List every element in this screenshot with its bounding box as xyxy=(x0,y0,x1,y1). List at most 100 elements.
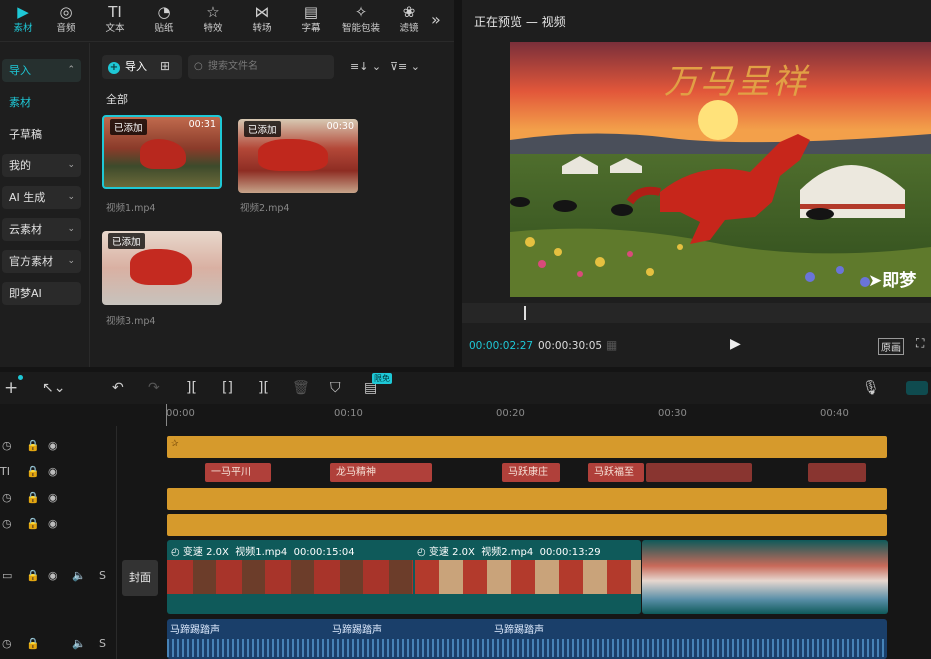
visibility-icon[interactable]: ◉ xyxy=(48,491,58,504)
audio-clip-label[interactable]: 马蹄踢踏声 xyxy=(332,621,382,636)
undo-icon[interactable]: ↶ xyxy=(112,380,124,396)
resolution-button[interactable]: 原画 xyxy=(878,338,904,355)
tab-subtitle[interactable]: ▤ 字幕 xyxy=(288,2,334,40)
sidebar-item-subdraft[interactable]: 子草稿 xyxy=(2,123,81,146)
lock-icon[interactable]: 🔒 xyxy=(26,517,40,530)
sidebar-item-jimeng[interactable]: 即梦AI xyxy=(2,282,81,305)
mute-icon[interactable]: 🔈 xyxy=(72,569,86,582)
mute-icon[interactable]: 🔈 xyxy=(72,637,86,650)
redo-icon[interactable]: ↷ xyxy=(148,380,160,396)
tab-audio[interactable]: ◎ 音频 xyxy=(43,2,89,40)
subtitle-icon: ▤ xyxy=(303,3,319,21)
text-track-icon: TI xyxy=(0,465,10,478)
lock-icon[interactable]: 🔒 xyxy=(26,491,40,504)
timecode-grid-icon[interactable]: ▦ xyxy=(606,338,617,352)
sidebar-item-cloud[interactable]: 云素材 ⌄ xyxy=(2,218,81,241)
play-button[interactable]: ▶ xyxy=(730,336,741,352)
lock-icon[interactable]: 🔒 xyxy=(26,439,40,452)
speed-icon: ◴ xyxy=(417,547,426,558)
visibility-icon[interactable]: ◉ xyxy=(48,517,58,530)
lock-icon[interactable]: 🔒 xyxy=(26,569,40,582)
horse-shape xyxy=(130,249,192,285)
split-right-icon[interactable]: ][ xyxy=(258,380,269,396)
filter-icon: ❀ xyxy=(402,3,416,21)
track-header-effect-2: ◷ 🔒 ◉ xyxy=(0,488,116,510)
effect-track-icon: ◷ xyxy=(2,517,12,530)
transition-icon: ⋈ xyxy=(254,3,270,21)
filter-button[interactable]: ⊽≡ ⌄ xyxy=(390,60,420,73)
media-name: 视频3.mp4 xyxy=(106,316,156,327)
current-time: 00:00:02:27 xyxy=(469,340,534,352)
sidebar-item-official[interactable]: 官方素材 ⌄ xyxy=(2,250,81,273)
text-clip[interactable]: 龙马精神 xyxy=(330,463,432,482)
sidebar: 导入 ⌃ 素材 子草稿 我的 ⌄ AI 生成 ⌄ 云素材 ⌄ 官方素材 ⌄ 即梦AI xyxy=(0,43,90,367)
lock-icon[interactable]: 🔒 xyxy=(26,465,40,478)
tab-transition[interactable]: ⋈ 转场 xyxy=(239,2,285,40)
mark-icon[interactable]: ⛉ xyxy=(330,380,341,396)
link-toggle[interactable] xyxy=(906,381,928,395)
video-clip-1[interactable]: ◴ 变速 2.0X 视频1.mp4 00:00:15:04 ◴ 变速 2.0X … xyxy=(167,540,641,614)
track-header-audio: ◷ 🔒 🔈 S xyxy=(0,634,116,656)
cover-button[interactable]: 封面 xyxy=(122,560,158,596)
search-input[interactable]: ○ 搜索文件名 xyxy=(188,55,334,79)
video-clip-label: ◴ 变速 2.0X 视频2.mp4 00:00:13:29 xyxy=(417,547,601,558)
delete-icon[interactable]: 🗑 xyxy=(292,380,310,396)
split-left-icon[interactable]: [] xyxy=(222,380,233,396)
horse-shape xyxy=(140,139,186,169)
preview-title: 正在预览 — 视频 xyxy=(474,15,566,29)
microphone-icon[interactable]: 🎙 xyxy=(862,380,880,396)
text-clip-blurred[interactable] xyxy=(646,463,752,482)
split-icon[interactable]: ][ xyxy=(186,380,197,396)
media-thumb-3[interactable]: 已添加 xyxy=(102,231,222,305)
lock-icon[interactable]: 🔒 xyxy=(26,637,40,650)
text-clip[interactable]: 一马平川 xyxy=(205,463,271,482)
track-header-video: ▭ 🔒 ◉ 🔈 S xyxy=(0,566,116,588)
sidebar-item-import[interactable]: 导入 ⌃ xyxy=(2,59,81,82)
video-clip-3-blurred[interactable] xyxy=(642,540,888,614)
effect-clip[interactable] xyxy=(167,488,887,510)
top-toolbar: ▶ 素材 ◎ 音频 TI 文本 ◔ 贴纸 ☆ 特效 ⋈ 转场 ▤ 字幕 ✧ 智能… xyxy=(0,0,454,42)
add-track-icon[interactable]: + xyxy=(4,380,18,397)
chevron-down-icon: ⌄ xyxy=(67,192,75,202)
chevron-down-icon: ⌄ xyxy=(67,160,75,170)
effects-icon: ☆ xyxy=(206,3,220,21)
sidebar-item-material[interactable]: 素材 xyxy=(2,91,81,114)
select-tool-icon[interactable]: ↖⌄ xyxy=(42,380,65,396)
text-clip-blurred[interactable] xyxy=(808,463,866,482)
tab-text[interactable]: TI 文本 xyxy=(92,2,138,40)
video-clip-label: ◴ 变速 2.0X 视频1.mp4 00:00:15:04 xyxy=(171,547,355,558)
sidebar-item-ai-gen[interactable]: AI 生成 ⌄ xyxy=(2,186,81,209)
tab-sticker[interactable]: ◔ 贴纸 xyxy=(141,2,187,40)
preview-scrubber[interactable] xyxy=(462,303,931,323)
sort-button[interactable]: ≡↓ ⌄ xyxy=(350,60,381,73)
timeline-tracks: ◷ 🔒 ◉ TI 🔒 ◉ ◷ 🔒 ◉ ◷ 🔒 ◉ ▭ 🔒 ◉ 🔈 S ◷ 🔒 🔈… xyxy=(0,426,931,659)
tab-media[interactable]: ▶ 素材 xyxy=(0,2,46,40)
effect-clip[interactable] xyxy=(167,514,887,536)
sidebar-item-mine[interactable]: 我的 ⌄ xyxy=(2,154,81,177)
timeline-ruler[interactable]: 00:00 00:10 00:20 00:30 00:40 xyxy=(0,404,931,659)
grid-view-icon[interactable]: ⊞ xyxy=(160,59,170,73)
more-tabs-icon[interactable]: » xyxy=(431,10,441,29)
visibility-icon[interactable]: ◉ xyxy=(48,569,58,582)
tab-filter[interactable]: ❀ 滤镜 xyxy=(386,2,432,40)
visibility-icon[interactable]: ◉ xyxy=(48,439,58,452)
text-clip[interactable]: 马跃福至 xyxy=(588,463,644,482)
tab-effects[interactable]: ☆ 特效 xyxy=(190,2,236,40)
solo-icon[interactable]: S xyxy=(99,569,106,582)
scrubber-handle[interactable] xyxy=(524,306,526,320)
effect-track-icon: ◷ xyxy=(2,439,12,452)
solo-icon[interactable]: S xyxy=(99,637,106,650)
ruler-tick: 00:40 xyxy=(820,408,849,419)
audio-clip-label[interactable]: 马蹄踢踏声 xyxy=(170,621,220,636)
media-thumb-1[interactable]: 已添加 00:31 xyxy=(102,115,222,189)
visibility-icon[interactable]: ◉ xyxy=(48,465,58,478)
audio-clip-label[interactable]: 马蹄踢踏声 xyxy=(494,621,544,636)
effect-clip[interactable]: ✰ xyxy=(167,436,887,458)
horse-shape xyxy=(258,139,328,171)
tab-smart-pack[interactable]: ✧ 智能包装 xyxy=(337,2,385,40)
fullscreen-icon[interactable]: ⛶ xyxy=(916,336,924,351)
media-thumb-2[interactable]: 已添加 00:30 xyxy=(238,119,358,193)
preview-video-frame[interactable]: 万马呈祥 ➤即梦 xyxy=(510,42,931,297)
text-clip[interactable]: 马跃康庄 xyxy=(502,463,560,482)
header-divider xyxy=(116,426,117,659)
